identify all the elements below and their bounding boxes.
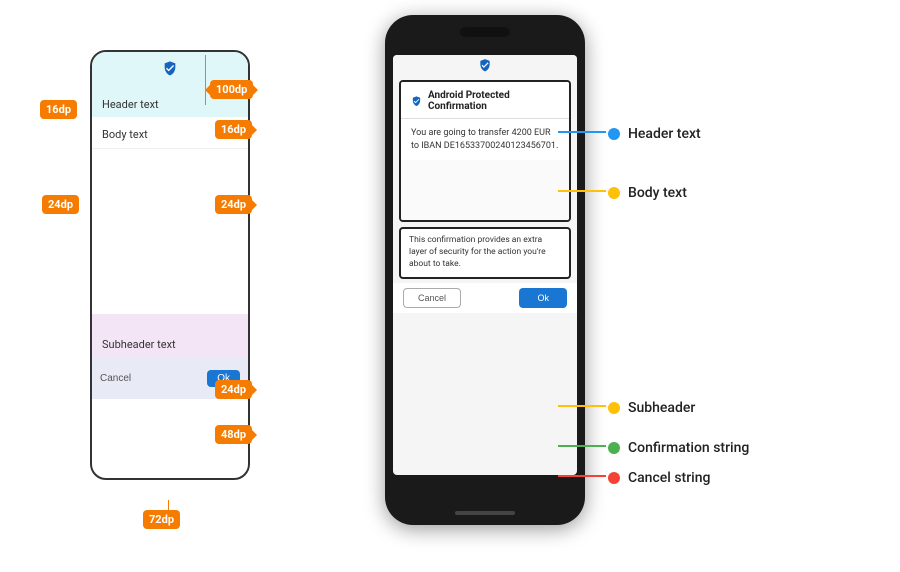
callout-label-header: Header text bbox=[628, 126, 701, 142]
callout-confirmation: Confirmation string bbox=[608, 440, 749, 456]
callout-label-cancel: Cancel string bbox=[628, 470, 710, 486]
right-phone: Android Protected Confirmation You are g… bbox=[370, 5, 600, 565]
dim-100dp: 100dp bbox=[210, 80, 253, 99]
dialog-shield-icon bbox=[411, 95, 422, 107]
line-confirm bbox=[558, 445, 606, 447]
callout-dot-header bbox=[608, 128, 620, 140]
dim-24dp-sub: 24dp bbox=[215, 380, 252, 399]
dim-16dp-left: 16dp bbox=[40, 100, 77, 119]
left-diagram: Header text Body text Subheader text Can… bbox=[40, 20, 270, 550]
phone-home-bar bbox=[455, 511, 515, 515]
callout-dot-cancel bbox=[608, 472, 620, 484]
callout-subheader: Subheader bbox=[608, 400, 695, 416]
dim-48dp: 48dp bbox=[215, 425, 252, 444]
cancel-button-left[interactable]: Cancel bbox=[100, 373, 131, 384]
callout-body-text: Body text bbox=[608, 185, 687, 201]
dialog-title: Android Protected Confirmation bbox=[428, 90, 559, 112]
line-subheader bbox=[558, 405, 606, 407]
dialog-spacer bbox=[401, 160, 569, 220]
dim-24dp-right: 24dp bbox=[215, 195, 252, 214]
callout-dot-confirm bbox=[608, 442, 620, 454]
dim-24dp-left: 24dp bbox=[42, 195, 79, 214]
subheader-text-right: This confirmation provides an extra laye… bbox=[409, 235, 561, 271]
line-body bbox=[558, 190, 606, 192]
subheader-box: This confirmation provides an extra laye… bbox=[399, 227, 571, 279]
dim-16dp-right: 16dp bbox=[215, 120, 252, 139]
body-text-left: Body text bbox=[102, 128, 148, 141]
main-dialog: Android Protected Confirmation You are g… bbox=[399, 80, 571, 222]
callout-dot-body bbox=[608, 187, 620, 199]
cancel-button-right[interactable]: Cancel bbox=[403, 288, 461, 308]
dialog-buttons: Cancel Ok bbox=[393, 283, 577, 313]
phone-screen: Android Protected Confirmation You are g… bbox=[393, 55, 577, 475]
header-text-left: Header text bbox=[92, 98, 248, 111]
dialog-title-bar: Android Protected Confirmation bbox=[401, 82, 569, 119]
subheader-section-left: Subheader text bbox=[92, 314, 248, 357]
left-phone-frame: Header text Body text Subheader text Can… bbox=[90, 50, 250, 480]
subheader-text-left: Subheader text bbox=[102, 320, 238, 351]
status-bar bbox=[393, 55, 577, 75]
phone-body: Android Protected Confirmation You are g… bbox=[385, 15, 585, 525]
callout-dot-subheader bbox=[608, 402, 620, 414]
callout-label-subheader: Subheader bbox=[628, 400, 695, 416]
vline-100dp bbox=[205, 55, 206, 105]
spacer bbox=[92, 149, 248, 314]
phone-notch bbox=[460, 27, 510, 37]
ok-button-right[interactable]: Ok bbox=[519, 288, 567, 308]
callout-label-body: Body text bbox=[628, 185, 687, 201]
callout-label-confirm: Confirmation string bbox=[628, 440, 749, 456]
dialog-body: You are going to transfer 4200 EUR to IB… bbox=[401, 119, 569, 160]
line-cancel bbox=[558, 475, 606, 477]
dim-72dp: 72dp bbox=[143, 510, 180, 529]
line-header bbox=[558, 131, 606, 133]
callout-header-text: Header text bbox=[608, 126, 701, 142]
vline-72dp bbox=[168, 500, 169, 510]
callout-cancel: Cancel string bbox=[608, 470, 710, 486]
shield-icon bbox=[162, 60, 178, 80]
